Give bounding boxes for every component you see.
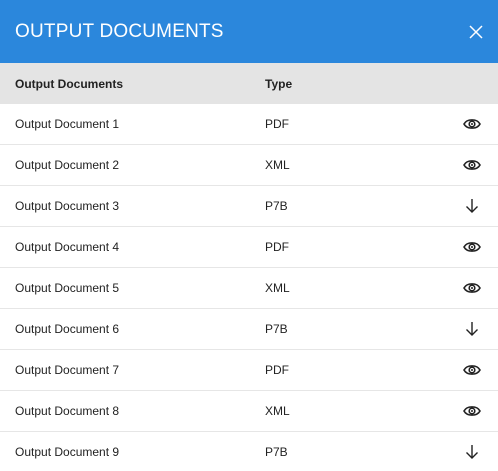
row-action-cell — [445, 237, 498, 257]
view-button[interactable] — [462, 155, 482, 175]
document-name: Output Document 3 — [15, 199, 120, 213]
row-action-cell — [445, 401, 498, 421]
document-name: Output Document 4 — [15, 240, 120, 254]
document-type: XML — [265, 404, 290, 418]
table-row: Output Document 3 P7B — [0, 186, 498, 227]
eye-icon — [462, 401, 482, 421]
eye-icon — [462, 278, 482, 298]
document-type: XML — [265, 158, 290, 172]
table-header: Output Documents Type — [0, 63, 498, 104]
document-type: PDF — [265, 117, 289, 131]
table-body: Output Document 1 PDF Output Document 2 XML… — [0, 104, 498, 471]
download-icon — [462, 442, 482, 462]
download-icon — [462, 196, 482, 216]
view-button[interactable] — [462, 401, 482, 421]
close-button[interactable] — [468, 24, 484, 40]
eye-icon — [462, 155, 482, 175]
view-button[interactable] — [462, 360, 482, 380]
download-button[interactable] — [462, 319, 482, 339]
row-action-cell — [445, 155, 498, 175]
row-action-cell — [445, 114, 498, 134]
table-row: Output Document 6 P7B — [0, 309, 498, 350]
document-type: PDF — [265, 240, 289, 254]
document-type: XML — [265, 281, 290, 295]
row-action-cell — [445, 319, 498, 339]
eye-icon — [462, 237, 482, 257]
download-button[interactable] — [462, 442, 482, 462]
table-row: Output Document 7 PDF — [0, 350, 498, 391]
row-action-cell — [445, 278, 498, 298]
view-button[interactable] — [462, 237, 482, 257]
document-name: Output Document 1 — [15, 117, 120, 131]
document-type: P7B — [265, 445, 288, 459]
document-name: Output Document 7 — [15, 363, 120, 377]
view-button[interactable] — [462, 114, 482, 134]
document-name: Output Document 2 — [15, 158, 120, 172]
row-action-cell — [445, 360, 498, 380]
document-name: Output Document 8 — [15, 404, 120, 418]
table-row: Output Document 1 PDF — [0, 104, 498, 145]
document-name: Output Document 9 — [15, 445, 120, 459]
row-action-cell — [445, 442, 498, 462]
table-row: Output Document 2 XML — [0, 145, 498, 186]
document-type: PDF — [265, 363, 289, 377]
view-button[interactable] — [462, 278, 482, 298]
download-button[interactable] — [462, 196, 482, 216]
table-row: Output Document 8 XML — [0, 391, 498, 432]
column-header-type: Type — [265, 76, 293, 91]
row-action-cell — [445, 196, 498, 216]
eye-icon — [462, 360, 482, 380]
dialog-header: OUTPUT DOCUMENTS — [0, 0, 498, 63]
document-type: P7B — [265, 199, 288, 213]
eye-icon — [462, 114, 482, 134]
table-row: Output Document 9 P7B — [0, 432, 498, 471]
document-name: Output Document 6 — [15, 322, 120, 336]
table-row: Output Document 4 PDF — [0, 227, 498, 268]
close-icon — [469, 24, 483, 39]
download-icon — [462, 319, 482, 339]
dialog-title: OUTPUT DOCUMENTS — [15, 20, 224, 42]
column-header-name: Output Documents — [15, 76, 123, 91]
output-documents-dialog: OUTPUT DOCUMENTS Output Documents Type O… — [0, 0, 498, 471]
document-type: P7B — [265, 322, 288, 336]
table-row: Output Document 5 XML — [0, 268, 498, 309]
document-name: Output Document 5 — [15, 281, 120, 295]
